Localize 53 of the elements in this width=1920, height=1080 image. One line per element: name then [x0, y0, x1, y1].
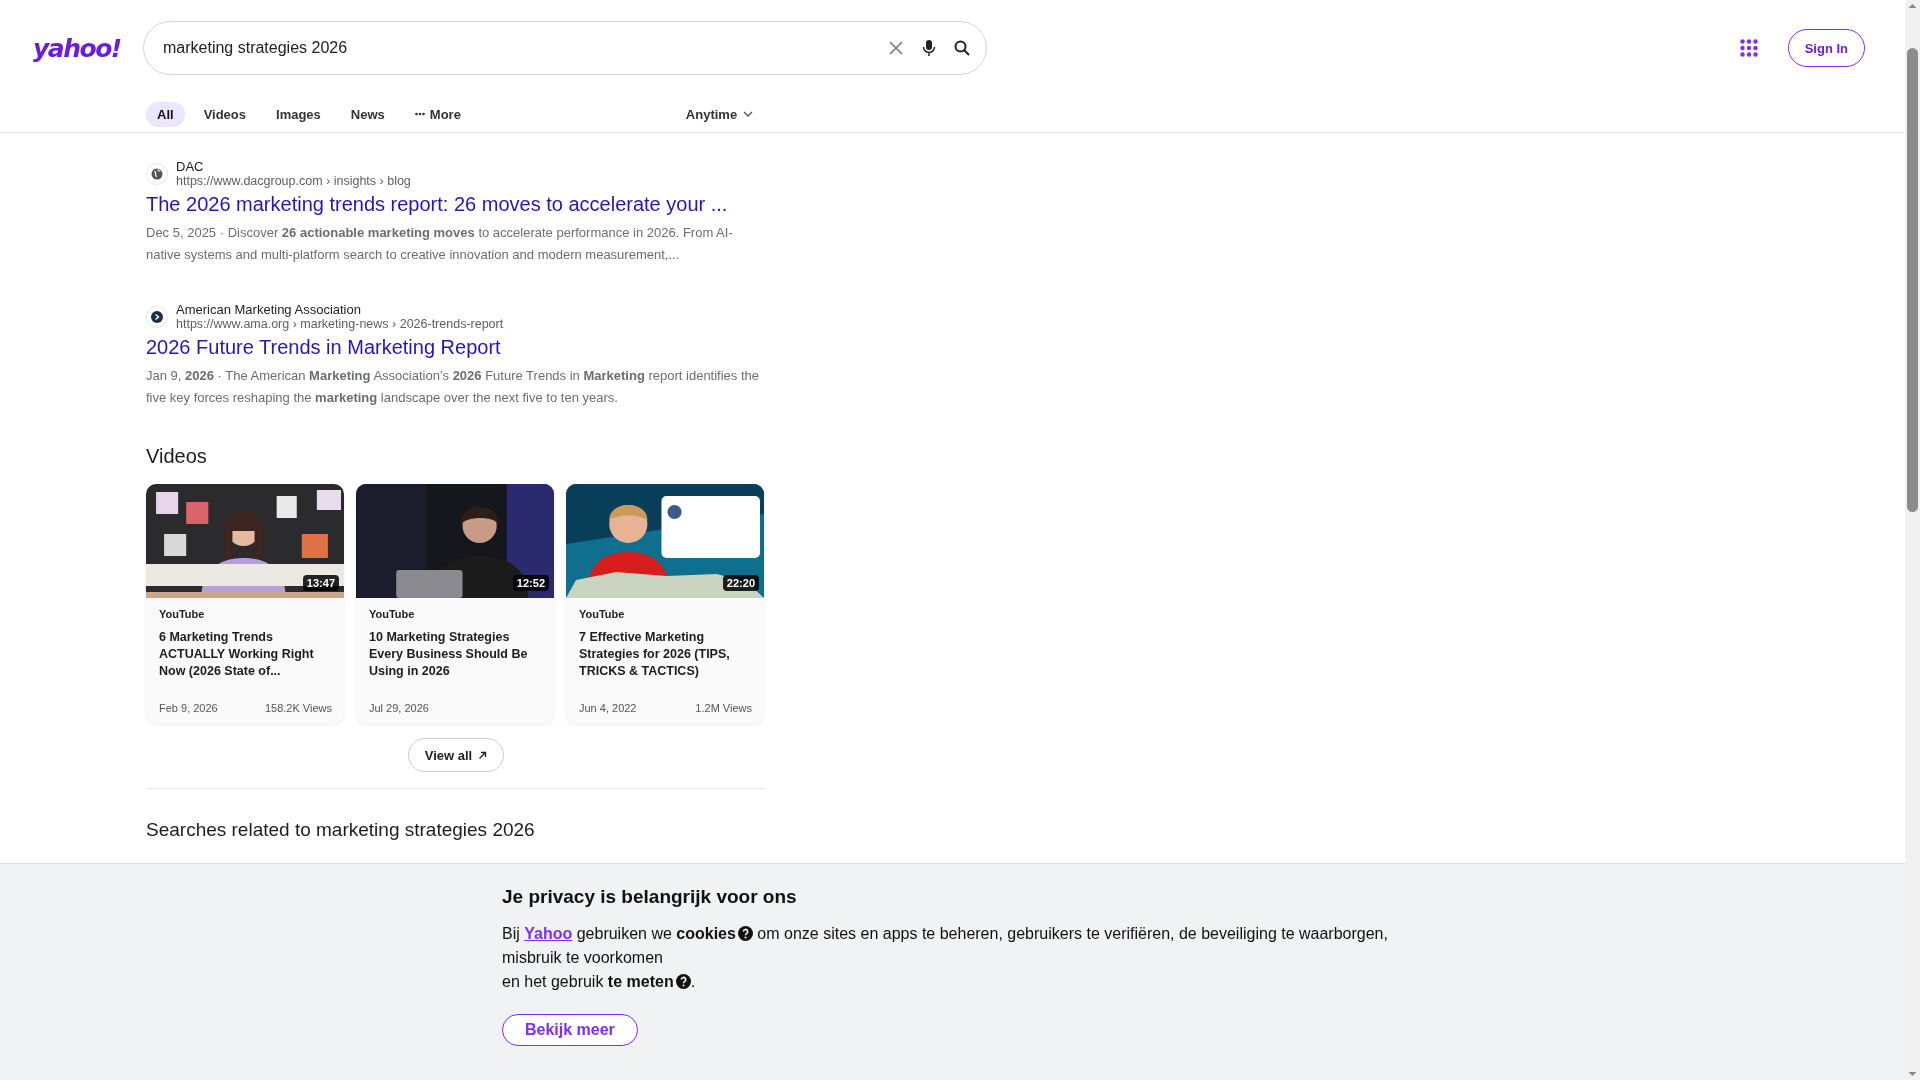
video-title[interactable]: 10 Marketing Strategies Every Business Should Be Using in 2026	[369, 629, 542, 680]
result-url[interactable]: https://www.ama.org › marketing-news › 2026-trends-report	[176, 317, 504, 331]
video-date: Jun 4, 2022	[579, 702, 637, 714]
video-date: Feb 9, 2026	[159, 702, 218, 714]
video-views: 158.2K Views	[264, 702, 332, 714]
yahoo-link[interactable]: Yahoo	[524, 925, 573, 942]
read-more-button[interactable]: Bekijk meer	[502, 1014, 638, 1046]
chevron-down-icon	[743, 111, 754, 117]
videos-heading: Videos	[146, 445, 208, 468]
video-card[interactable]: 13:47 YouTube 6 Marketing Trends ACTUALLY Working Right Now (2026 State of... Feb 9, 2026 158.2K Views	[146, 484, 344, 724]
result-source: American Marketing Association	[176, 302, 362, 317]
help-icon[interactable]	[675, 974, 691, 989]
result-snippet: Jan 9, 2026 · The American Marketing Association’s 2026 Future Trends in Marketing report identifies the five key forces reshaping the marketing landscape over the next five to ten years.	[146, 367, 761, 407]
video-title[interactable]: 7 Effective Marketing Strategies for 2026 (TIPS, TRICKS & TACTICS)	[579, 629, 752, 680]
tab[interactable]: All	[146, 101, 185, 127]
privacy-text: Bij Yahoo gebruiken we cookies om onze sites en apps te beheren, gebruikers te verifiëren, de beveiliging te waarborgen, misbruik te voorkomen en het gebruik te meten .	[502, 924, 1389, 992]
video-title[interactable]: 6 Marketing Trends ACTUALLY Working Right Now (2026 State of...	[159, 629, 332, 680]
related-searches-heading: Searches related to marketing strategies 2026	[146, 819, 536, 841]
arrow-circle-icon	[146, 305, 168, 328]
result-title-link[interactable]: The 2026 marketing trends report: 26 moves to accelerate your ...	[146, 193, 766, 216]
result-snippet: Dec 5, 2025 · Discover 26 actionable marketing moves to accelerate performance in 2026. From AI-native systems and multi-platform search to creative innovation and modern measurement,...	[146, 224, 734, 264]
video-card[interactable]: 22:20 YouTube 7 Effective Marketing Strategies for 2026 (TIPS, TRICKS & TACTICS) Jun 4, 2022 1.2M Views	[566, 484, 764, 724]
globe-icon	[146, 162, 168, 185]
video-duration: 22:20	[722, 575, 759, 591]
tab[interactable]: More	[403, 101, 472, 127]
result-title-link[interactable]: 2026 Future Trends in Marketing Report	[146, 336, 766, 359]
video-source: YouTube	[159, 608, 206, 620]
tab[interactable]: Videos	[192, 101, 257, 127]
video-views: 1.2M Views	[695, 702, 752, 714]
scrollbar[interactable]	[1905, 0, 1920, 1080]
video-source: YouTube	[369, 608, 416, 620]
tab[interactable]: News	[339, 101, 396, 127]
video-card[interactable]: 12:52 YouTube 10 Marketing Strategies Every Business Should Be Using in 2026 Jul 29, 2026	[356, 484, 554, 724]
help-icon[interactable]	[737, 926, 753, 941]
apps-grid-icon[interactable]	[1739, 39, 1758, 57]
close-icon[interactable]	[888, 40, 904, 56]
time-filter-dropdown[interactable]: Anytime	[679, 105, 760, 123]
view-all-button[interactable]: View all	[407, 738, 505, 772]
search-field[interactable]: marketing strategies 2026	[143, 21, 987, 75]
yahoo-logo[interactable]: yahoo!	[33, 33, 143, 63]
video-source: YouTube	[579, 608, 626, 620]
arrow-up-right-icon	[478, 750, 488, 760]
result-url[interactable]: https://www.dacgroup.com › insights › blog	[176, 174, 411, 188]
result-source: DAC	[176, 159, 205, 174]
video-date: Jul 29, 2026	[369, 702, 429, 714]
video-duration: 13:47	[302, 575, 339, 591]
privacy-title: Je privacy is belangrijk voor ons	[502, 886, 798, 908]
video-duration: 12:52	[512, 575, 549, 591]
search-icon[interactable]	[954, 40, 970, 56]
microphone-icon[interactable]	[922, 39, 936, 57]
tab[interactable]: Images	[265, 101, 332, 127]
more-dots-icon	[414, 112, 425, 116]
sign-in-button[interactable]: Sign In	[1787, 29, 1865, 67]
